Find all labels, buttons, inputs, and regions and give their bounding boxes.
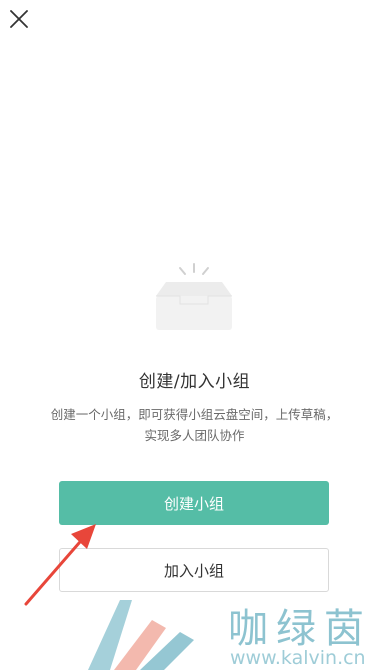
join-group-button[interactable]: 加入小组 <box>59 548 329 592</box>
description-line-1: 创建一个小组，即可获得小组云盘空间，上传草稿， <box>50 407 339 422</box>
description-line-2: 实现多人团队协作 <box>144 428 245 443</box>
page-title: 创建/加入小组 <box>138 372 251 392</box>
empty-tray-icon <box>148 262 240 332</box>
watermark-name: 咖绿茵 <box>228 606 372 652</box>
watermark-url: www.kalvin.cn <box>230 647 366 669</box>
empty-state-description: 创建一个小组，即可获得小组云盘空间，上传草稿， 实现多人团队协作 <box>24 404 365 446</box>
join-group-label: 加入小组 <box>163 561 224 580</box>
create-group-button[interactable]: 创建小组 <box>59 481 329 525</box>
close-icon <box>10 10 28 28</box>
close-button[interactable] <box>10 10 28 28</box>
kalvin-logo-icon <box>88 600 194 670</box>
watermark: 咖绿茵 www.kalvin.cn <box>80 592 389 670</box>
create-group-label: 创建小组 <box>163 494 224 513</box>
